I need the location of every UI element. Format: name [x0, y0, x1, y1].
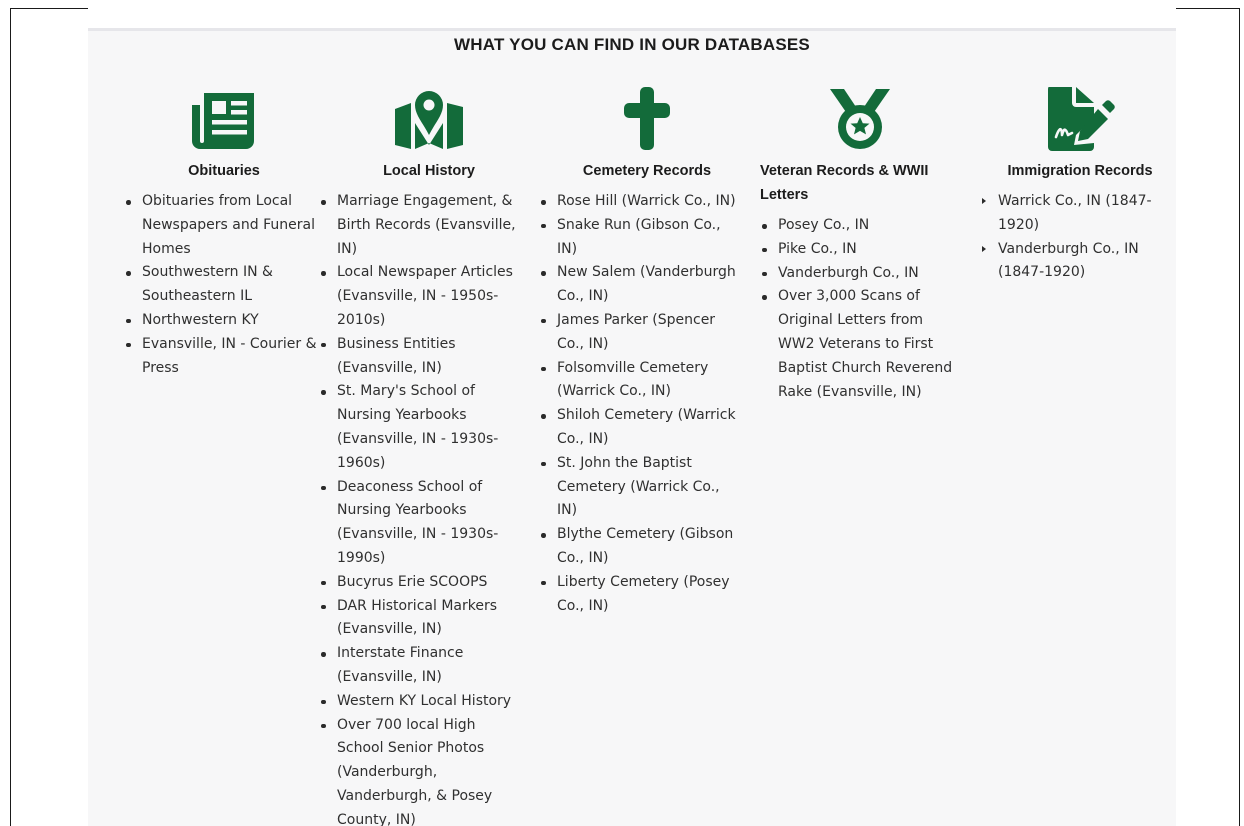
immigration-records-list: Warrick Co., IN (1847-1920) Vanderburgh …	[980, 190, 1166, 285]
column-cemetery-records: Cemetery Records Rose Hill (Warrick Co.,…	[539, 85, 739, 618]
list-item: Over 700 local High School Senior Photos…	[319, 714, 519, 826]
frame-line-top-left	[10, 8, 88, 9]
list-item: DAR Historical Markers (Evansville, IN)	[319, 595, 519, 643]
list-item: Deaconess School of Nursing Yearbooks (E…	[319, 476, 519, 571]
list-item: Evansville, IN - Courier & Press	[124, 333, 324, 381]
medal-icon	[760, 85, 960, 151]
column-title: Obituaries	[188, 163, 260, 179]
column-obituaries: Obituaries Obituaries from Local Newspap…	[124, 85, 324, 380]
column-local-history: Local History Marriage Engagement, & Bir…	[319, 85, 519, 826]
list-item: Northwestern KY	[124, 309, 324, 333]
column-title: Veteran Records & WWII Letters	[760, 163, 929, 203]
list-item: St. John the Baptist Cemetery (Warrick C…	[539, 452, 739, 523]
list-item: Snake Run (Gibson Co., IN)	[539, 214, 739, 262]
list-item: New Salem (Vanderburgh Co., IN)	[539, 261, 739, 309]
list-item: Bucyrus Erie SCOOPS	[319, 571, 519, 595]
list-item: Over 3,000 Scans of Original Letters fro…	[760, 285, 960, 404]
list-item: Southwestern IN & Southeastern IL	[124, 261, 324, 309]
signed-document-icon	[980, 85, 1166, 151]
list-item: Pike Co., IN	[760, 238, 960, 262]
column-title: Local History	[383, 163, 475, 179]
list-item: Business Entities (Evansville, IN)	[319, 333, 519, 381]
obituaries-list: Obituaries from Local Newspapers and Fun…	[124, 190, 324, 380]
list-item: Interstate Finance (Evansville, IN)	[319, 642, 519, 690]
list-item: St. Mary's School of Nursing Yearbooks (…	[319, 380, 519, 475]
cemetery-records-list: Rose Hill (Warrick Co., IN) Snake Run (G…	[539, 190, 739, 618]
column-immigration-records: Immigration Records Warrick Co., IN (184…	[980, 85, 1166, 285]
list-item: Western KY Local History	[319, 690, 519, 714]
list-item: Blythe Cemetery (Gibson Co., IN)	[539, 523, 739, 571]
list-item: Rose Hill (Warrick Co., IN)	[539, 190, 739, 214]
column-title: Cemetery Records	[582, 163, 712, 179]
list-item: Folsomville Cemetery (Warrick Co., IN)	[539, 357, 739, 405]
local-history-list: Marriage Engagement, & Birth Records (Ev…	[319, 190, 519, 826]
list-item: James Parker (Spencer Co., IN)	[539, 309, 739, 357]
list-item: Shiloh Cemetery (Warrick Co., IN)	[539, 404, 739, 452]
databases-section: WHAT YOU CAN FIND IN OUR DATABASES Obitu…	[88, 28, 1176, 826]
list-item: Marriage Engagement, & Birth Records (Ev…	[319, 190, 519, 261]
frame-line-top-right	[1176, 8, 1240, 9]
list-item: Vanderburgh Co., IN	[760, 262, 960, 286]
frame-line-right	[1239, 8, 1240, 826]
column-veteran-records: Veteran Records & WWII Letters Posey Co.…	[760, 85, 960, 404]
list-item: Warrick Co., IN (1847-1920)	[980, 190, 1166, 238]
section-heading: WHAT YOU CAN FIND IN OUR DATABASES	[454, 35, 810, 54]
list-item: Liberty Cemetery (Posey Co., IN)	[539, 571, 739, 619]
map-pin-icon	[319, 85, 519, 151]
list-item: Vanderburgh Co., IN (1847-1920)	[980, 238, 1166, 286]
column-title: Immigration Records	[1007, 163, 1153, 179]
newspaper-icon	[124, 85, 324, 151]
list-item: Posey Co., IN	[760, 214, 960, 238]
frame-line-left	[10, 8, 11, 826]
list-item: Local Newspaper Articles (Evansville, IN…	[319, 261, 519, 332]
veteran-records-list: Posey Co., IN Pike Co., IN Vanderburgh C…	[760, 214, 960, 404]
cross-icon	[539, 85, 739, 151]
list-item: Obituaries from Local Newspapers and Fun…	[124, 190, 324, 261]
